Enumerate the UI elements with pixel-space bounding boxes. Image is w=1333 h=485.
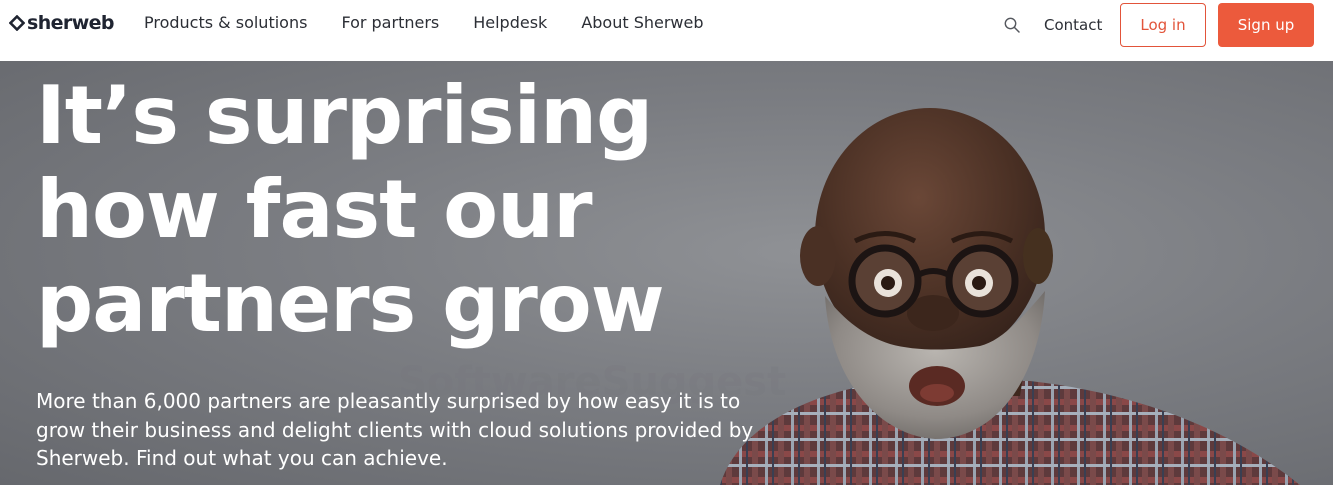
hero-subtext: More than 6,000 partners are pleasantly … [36,389,754,470]
sherweb-logo-mark-icon [9,15,25,31]
headline-line-3: partners grow [36,257,665,350]
signup-button[interactable]: Sign up [1218,3,1314,47]
search-icon[interactable] [1003,16,1021,34]
nav-item-about[interactable]: About Sherweb [581,13,703,32]
nav-item-products[interactable]: Products & solutions [144,13,307,32]
sherweb-logo[interactable]: sherweb [9,11,115,35]
nav-item-helpdesk[interactable]: Helpdesk [473,13,547,32]
logo-text: sherweb [27,12,115,34]
login-button[interactable]: Log in [1120,3,1206,47]
headline-line-2: how fast our [36,163,593,256]
hero-banner: SoftwareSuggest It’s surprising how fast… [0,61,1333,485]
site-header: sherweb Products & solutions For partner… [0,0,1333,61]
hero-headline: It’s surprising how fast our partners gr… [36,69,796,351]
nav-item-partners[interactable]: For partners [341,13,439,32]
page: sherweb Products & solutions For partner… [0,0,1333,485]
main-nav: Products & solutions For partners Helpde… [144,13,738,32]
headline-line-1: It’s surprising [36,69,653,162]
contact-link[interactable]: Contact [1044,16,1102,34]
